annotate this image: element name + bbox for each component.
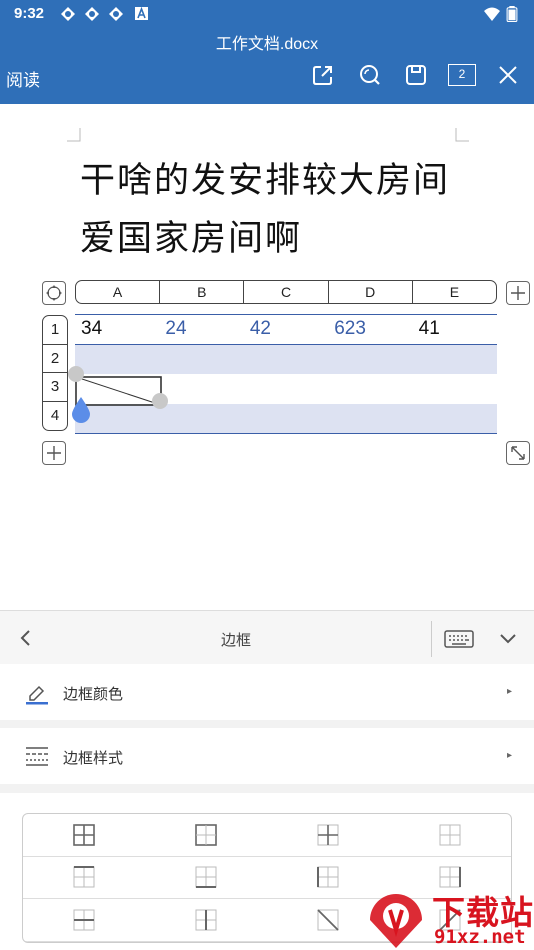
panel-toolbar: 边框 xyxy=(0,610,534,664)
border-outer-icon xyxy=(195,824,217,846)
app-notification-icon xyxy=(61,7,75,21)
border-all-icon xyxy=(73,824,95,846)
font-notification-icon xyxy=(135,6,148,20)
table-cell[interactable]: 34 xyxy=(75,315,159,344)
status-bar: 9:32 xyxy=(0,0,534,28)
status-time: 9:32 xyxy=(14,5,45,22)
document-table[interactable]: 34 24 42 623 41 xyxy=(75,314,497,434)
border-inner-vertical-icon xyxy=(195,909,217,931)
selection-handle-start[interactable] xyxy=(67,365,85,383)
watermark-logo-icon xyxy=(370,894,422,948)
table-column-header: A B C D E xyxy=(75,280,497,304)
column-header-b[interactable]: B xyxy=(160,281,245,303)
share-button[interactable] xyxy=(308,60,338,90)
table-resize-button[interactable] xyxy=(506,441,530,465)
border-left-icon xyxy=(317,866,339,888)
table-row-header: 1 2 3 4 xyxy=(42,315,68,431)
border-none-icon xyxy=(439,824,461,846)
page-count-icon: 2 xyxy=(448,64,476,86)
crop-mark-top-right xyxy=(455,128,469,142)
border-bottom-icon xyxy=(195,866,217,889)
panel-divider xyxy=(431,621,432,657)
pen-underline-icon xyxy=(26,685,48,705)
save-button[interactable] xyxy=(401,60,431,90)
battery-icon xyxy=(506,6,518,22)
share-icon xyxy=(313,66,332,85)
plus-icon xyxy=(47,446,61,460)
app-notification-icon xyxy=(109,7,123,21)
line-style-icon xyxy=(26,747,48,766)
watermark-url: 91xz.net xyxy=(434,926,526,948)
page-count-button[interactable]: 2 xyxy=(446,60,478,90)
document-title: 工作文档.docx xyxy=(215,36,319,53)
table-row-4[interactable] xyxy=(75,404,497,433)
search-icon xyxy=(360,65,380,85)
table-move-handle[interactable] xyxy=(42,281,66,305)
plus-icon xyxy=(511,286,525,300)
table-border-line xyxy=(75,433,497,434)
app-header: 9:32 工作文档.docx 阅读 2 xyxy=(0,0,534,104)
row-header-1[interactable]: 1 xyxy=(43,316,67,345)
table-cell[interactable]: 42 xyxy=(244,315,328,344)
document-text[interactable]: 干啥的发安排较大房间爱国家房间啊 xyxy=(80,152,470,268)
wifi-icon xyxy=(484,7,500,21)
table-cell[interactable]: 24 xyxy=(159,315,243,344)
column-header-e[interactable]: E xyxy=(413,281,496,303)
border-all-option[interactable] xyxy=(23,814,145,857)
border-color-label: 边框颜色 xyxy=(63,686,124,703)
border-diagonal-down-icon xyxy=(317,909,339,931)
app-notification-icon xyxy=(85,7,99,21)
table-row-1[interactable]: 34 24 42 623 41 xyxy=(75,315,497,344)
resize-arrows-icon xyxy=(511,446,525,460)
keyboard-icon[interactable] xyxy=(444,630,474,648)
add-column-button[interactable] xyxy=(506,281,530,305)
row-header-4[interactable]: 4 xyxy=(43,402,67,430)
crop-mark-top-left xyxy=(67,128,81,142)
border-style-item[interactable]: 边框样式 ▸ xyxy=(0,728,534,784)
collapse-chevron-icon[interactable] xyxy=(499,633,517,645)
border-inner-horizontal-icon xyxy=(73,909,95,931)
chevron-right-icon: ▸ xyxy=(506,750,512,761)
border-top-icon xyxy=(73,866,95,888)
border-outer-option[interactable] xyxy=(145,814,267,857)
save-icon xyxy=(406,65,426,85)
border-inner-horizontal-option[interactable] xyxy=(23,899,145,942)
panel-title: 边框 xyxy=(220,632,251,649)
table-cell[interactable]: 41 xyxy=(413,315,497,344)
row-header-2[interactable]: 2 xyxy=(43,345,67,374)
border-none-option[interactable] xyxy=(389,814,511,857)
selection-handle-end[interactable] xyxy=(151,392,169,410)
border-inner-option[interactable] xyxy=(267,814,389,857)
move-arrows-icon xyxy=(46,285,62,301)
close-icon xyxy=(499,66,517,84)
column-header-a[interactable]: A xyxy=(76,281,161,303)
table-cell[interactable]: 623 xyxy=(328,315,412,344)
document-canvas[interactable]: 干啥的发安排较大房间爱国家房间啊 A B C D E 1 2 3 4 34 24… xyxy=(0,104,534,610)
row-header-3[interactable]: 3 xyxy=(43,373,67,403)
table-row-2[interactable] xyxy=(75,345,497,374)
border-style-label: 边框样式 xyxy=(63,750,124,767)
column-header-c[interactable]: C xyxy=(244,281,329,303)
column-header-d[interactable]: D xyxy=(329,281,413,303)
border-bottom-option[interactable] xyxy=(145,857,267,900)
close-button[interactable] xyxy=(493,60,523,90)
search-button[interactable] xyxy=(355,60,385,90)
add-row-button[interactable] xyxy=(42,441,66,465)
border-inner-icon xyxy=(317,824,339,846)
text-cursor-drop-icon[interactable] xyxy=(70,396,92,424)
read-mode-button[interactable]: 阅读 xyxy=(6,66,40,91)
border-inner-vertical-option[interactable] xyxy=(145,899,267,942)
chevron-right-icon: ▸ xyxy=(506,686,512,697)
border-color-item[interactable]: 边框颜色 ▸ xyxy=(0,664,534,720)
border-top-option[interactable] xyxy=(23,857,145,900)
site-watermark: 下载站 91xz.net xyxy=(362,886,534,950)
